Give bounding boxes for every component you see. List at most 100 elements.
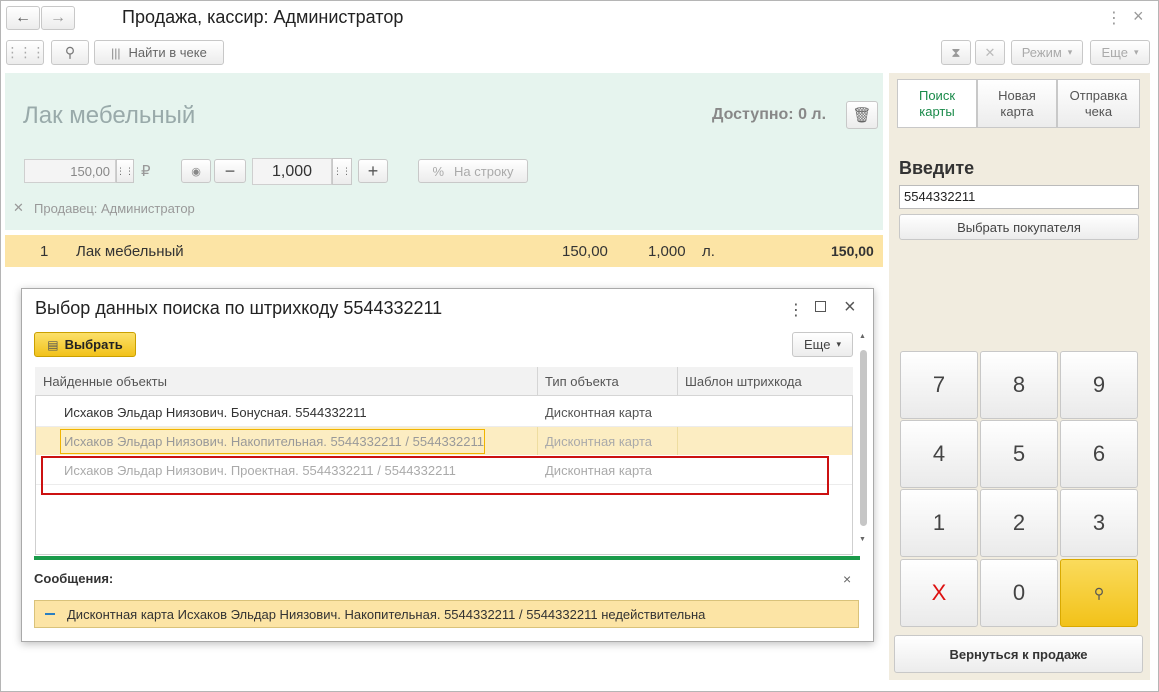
dialog-more-label: Еще <box>804 337 831 352</box>
tab-card-search-label: Поиск карты <box>918 88 956 119</box>
tab-new-card[interactable]: Новая карта <box>977 79 1057 128</box>
enter-label: Введите <box>899 158 975 178</box>
choose-buyer-button[interactable]: Выбрать покупателя <box>899 214 1139 240</box>
more-vert-icon[interactable]: ⋮ <box>1106 8 1122 28</box>
select-label: Выбрать <box>64 337 123 352</box>
find-in-receipt-button[interactable]: ||| Найти в чеке <box>94 40 224 65</box>
key-label: 2 <box>1012 510 1026 535</box>
quantity-value: 1,000 <box>271 162 313 180</box>
scroll-up-icon[interactable]: ▲ <box>859 333 866 340</box>
scrollbar-track[interactable]: ▲ ▼ <box>859 333 868 547</box>
key-3[interactable]: 3 <box>1060 489 1138 557</box>
key-clear[interactable]: X <box>900 559 978 627</box>
eye-button[interactable]: ◉ <box>181 159 211 183</box>
to-line-label: На строку <box>454 163 514 179</box>
barcode-icon: ||| <box>111 45 121 60</box>
back-to-sale-label: Вернуться к продаже <box>949 646 1088 662</box>
delete-button[interactable]: 🗑 <box>846 101 878 129</box>
key-9[interactable]: 9 <box>1060 351 1138 419</box>
close-icon[interactable]: × <box>1133 6 1144 27</box>
key-1[interactable]: 1 <box>900 489 978 557</box>
increment-button[interactable]: + <box>358 159 388 183</box>
red-highlight-box <box>41 456 829 495</box>
column-header-template[interactable]: Шаблон штрихкода <box>685 374 802 389</box>
column-divider <box>677 367 678 396</box>
forward-button[interactable]: → <box>41 6 75 30</box>
column-divider <box>537 427 538 455</box>
tab-send-receipt[interactable]: Отправка чека <box>1057 79 1140 128</box>
dialog-title: Выбор данных поиска по штрихкоду 5544332… <box>35 298 443 318</box>
key-7[interactable]: 7 <box>900 351 978 419</box>
key-label: 8 <box>1012 372 1026 397</box>
messages-label: Сообщения: <box>34 571 114 586</box>
select-button[interactable]: ▤ Выбрать <box>34 332 136 357</box>
remove-seller-icon[interactable]: ✕ <box>13 200 24 216</box>
chevron-down-icon: ▾ <box>836 339 841 349</box>
available-label: Доступно: 0 л. <box>712 106 827 123</box>
key-2[interactable]: 2 <box>980 489 1058 557</box>
search-icon: ⚲ <box>64 44 76 60</box>
row-object: Исхаков Эльдар Ниязович. Бонусная. 55443… <box>64 405 367 420</box>
tab-send-receipt-label: Отправка чека <box>1069 88 1128 119</box>
choose-buyer-label: Выбрать покупателя <box>957 219 1081 235</box>
arrow-left-icon: ← <box>15 9 31 26</box>
row-object: Исхаков Эльдар Ниязович. Накопительная. … <box>64 434 484 449</box>
product-name: Лак мебельный <box>23 102 196 129</box>
row-type: Дисконтная карта <box>545 405 653 420</box>
scroll-down-icon[interactable]: ▼ <box>859 536 866 543</box>
tab-card-search[interactable]: Поиск карты <box>897 79 977 128</box>
card-input[interactable]: 5544332211 <box>899 185 1139 209</box>
quantity-keypad-button[interactable]: ⋮⋮ <box>332 158 352 185</box>
price-keypad-button[interactable]: ⋮⋮ <box>116 159 134 183</box>
maximize-icon[interactable] <box>815 301 826 312</box>
message-text: Дисконтная карта Исхаков Эльдар Ниязович… <box>67 607 706 622</box>
x-icon: ✕ <box>984 44 996 60</box>
plus-icon: + <box>367 160 379 181</box>
dialog-more-dropdown[interactable]: Еще ▾ <box>792 332 853 357</box>
quantity-field[interactable]: 1,000 <box>252 158 332 185</box>
row-sum: 150,00 <box>831 243 874 259</box>
key-search[interactable]: ⚲ <box>1060 559 1138 627</box>
seller-label: Продавец: Администратор <box>34 201 195 216</box>
hourglass-button[interactable]: ⧗ <box>941 40 971 65</box>
row-name: Лак мебельный <box>76 243 184 260</box>
decrement-button[interactable]: − <box>214 159 246 183</box>
mode-label: Режим <box>1021 45 1062 60</box>
search-button[interactable]: ⚲ <box>51 40 89 65</box>
key-label: 3 <box>1092 510 1106 535</box>
trash-icon: 🗑 <box>852 107 872 124</box>
more-dropdown[interactable]: Еще ▾ <box>1090 40 1150 65</box>
keypad-icon: ⋮⋮ <box>116 165 134 176</box>
key-4[interactable]: 4 <box>900 420 978 488</box>
back-to-sale-button[interactable]: Вернуться к продаже <box>894 635 1143 673</box>
column-header-objects[interactable]: Найденные объекты <box>43 374 167 389</box>
back-button[interactable]: ← <box>6 6 40 30</box>
price-field[interactable]: 150,00 <box>24 159 116 183</box>
key-label: 5 <box>1012 441 1026 466</box>
to-line-button[interactable]: % На строку <box>418 159 528 183</box>
window-title: Продажа, кассир: Администратор <box>122 7 404 27</box>
key-label: 6 <box>1092 441 1106 466</box>
grid-icon: ⋮⋮⋮ <box>5 44 46 60</box>
grid-menu-button[interactable]: ⋮⋮⋮ <box>5 40 46 65</box>
key-5[interactable]: 5 <box>980 420 1058 488</box>
column-divider <box>537 367 538 396</box>
find-in-receipt-label: Найти в чеке <box>128 45 207 60</box>
column-header-type[interactable]: Тип объекта <box>545 374 619 389</box>
dialog-more-vert-icon[interactable]: ⋮ <box>788 300 804 320</box>
key-0[interactable]: 0 <box>980 559 1058 627</box>
price-value: 150,00 <box>70 163 110 179</box>
scrollbar-thumb[interactable] <box>860 350 867 526</box>
key-label: X <box>931 580 947 605</box>
row-price: 150,00 <box>562 243 608 260</box>
dialog-close-icon[interactable]: × <box>844 296 856 319</box>
messages-close-icon[interactable]: × <box>843 571 851 587</box>
key-label: 1 <box>932 510 946 535</box>
more-label: Еще <box>1101 45 1128 60</box>
key-6[interactable]: 6 <box>1060 420 1138 488</box>
row-unit: л. <box>702 243 715 260</box>
cancel-button[interactable]: ✕ <box>975 40 1005 65</box>
key-8[interactable]: 8 <box>980 351 1058 419</box>
chevron-down-icon: ▾ <box>1133 47 1139 57</box>
mode-dropdown[interactable]: Режим ▾ <box>1011 40 1083 65</box>
